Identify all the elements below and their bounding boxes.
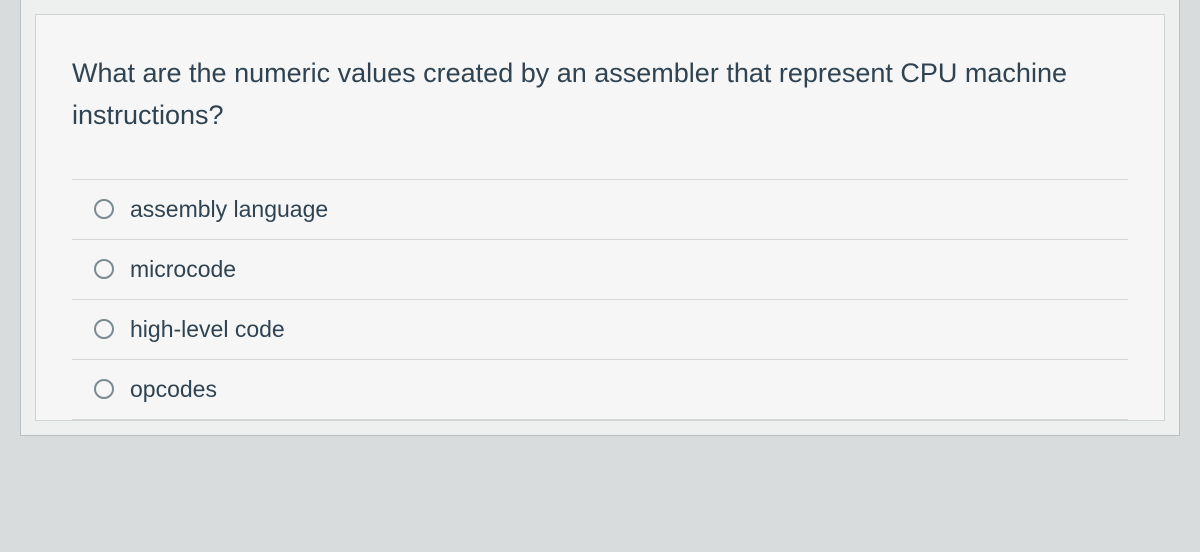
options-list: assembly language microcode high-level c…: [72, 179, 1128, 420]
option-row-assembly-language[interactable]: assembly language: [72, 179, 1128, 239]
radio-high-level-code[interactable]: [94, 319, 114, 339]
option-row-microcode[interactable]: microcode: [72, 239, 1128, 299]
option-label: assembly language: [130, 196, 328, 223]
option-row-high-level-code[interactable]: high-level code: [72, 299, 1128, 359]
option-label: high-level code: [130, 316, 285, 343]
radio-microcode[interactable]: [94, 259, 114, 279]
question-card: What are the numeric values created by a…: [20, 0, 1180, 436]
option-row-opcodes[interactable]: opcodes: [72, 359, 1128, 419]
option-label: microcode: [130, 256, 236, 283]
option-label: opcodes: [130, 376, 217, 403]
radio-assembly-language[interactable]: [94, 199, 114, 219]
radio-opcodes[interactable]: [94, 379, 114, 399]
question-prompt: What are the numeric values created by a…: [72, 53, 1128, 137]
question-container: What are the numeric values created by a…: [35, 14, 1165, 421]
